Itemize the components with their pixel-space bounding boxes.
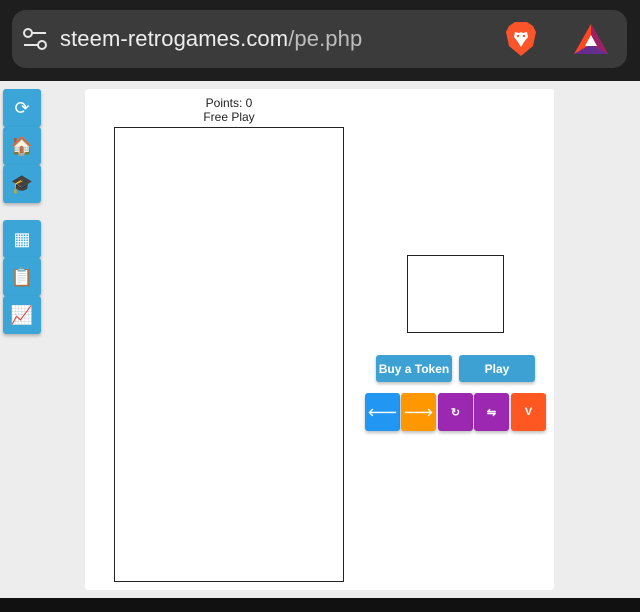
sidebar-grid-button[interactable]: ▦ (3, 220, 41, 258)
browser-toolbar: steem-retrogames.com/pe.php (0, 0, 640, 81)
bat-rewards-icon[interactable] (572, 22, 610, 56)
move-left-button[interactable]: 🡐 (365, 393, 400, 431)
refresh-icon: ⟳ (14, 97, 30, 118)
chart-icon: 📈 (10, 304, 34, 325)
buy-token-button[interactable]: Buy a Token (376, 355, 452, 382)
points-label: Points: 0 (205, 96, 253, 110)
graduation-cap-icon: 🎓 (10, 173, 34, 194)
home-icon: 🏠 (10, 135, 34, 156)
flip-button[interactable]: ⇋ (474, 393, 509, 431)
brave-lion-icon[interactable] (504, 20, 538, 58)
game-board[interactable] (114, 127, 344, 582)
rotate-icon: ↻ (450, 406, 461, 419)
mode-label: Free Play (203, 110, 255, 124)
tune-icon[interactable] (22, 26, 48, 52)
sidebar-home-button[interactable]: 🏠 (3, 127, 41, 165)
grid-icon: ▦ (13, 228, 31, 249)
arrow-left-icon: 🡐 (367, 407, 398, 419)
url-path: /pe.php (288, 26, 363, 51)
address-bar[interactable]: steem-retrogames.com/pe.php (12, 10, 627, 68)
url-host: steem-retrogames.com (60, 26, 289, 51)
flip-icon: ⇋ (486, 406, 497, 419)
sidebar-learn-button[interactable]: 🎓 (3, 165, 41, 203)
rotate-button[interactable]: ↻ (438, 393, 473, 431)
move-right-button[interactable]: 🡒 (401, 393, 436, 431)
play-button[interactable]: Play (459, 355, 535, 382)
arrow-right-icon: 🡒 (403, 407, 434, 419)
url-text[interactable]: steem-retrogames.com/pe.php (60, 26, 362, 52)
sidebar-clipboard-button[interactable]: 📋 (3, 258, 41, 296)
drop-icon: V (524, 406, 533, 418)
clipboard-icon: 📋 (10, 266, 34, 287)
sidebar-refresh-button[interactable]: ⟳ (3, 89, 41, 127)
system-navigation-bar (0, 598, 640, 612)
next-piece-preview (407, 255, 504, 333)
sidebar-stats-button[interactable]: 📈 (3, 296, 41, 334)
drop-button[interactable]: V (511, 393, 546, 431)
